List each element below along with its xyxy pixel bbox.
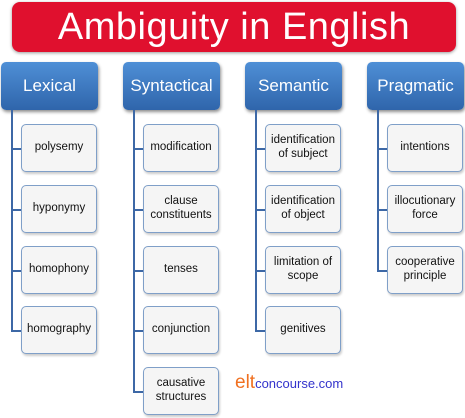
subcategory-box: illocutionary force bbox=[387, 185, 463, 233]
subcategory-box: polysemy bbox=[21, 124, 97, 172]
connector-line bbox=[377, 110, 379, 270]
connector-branch bbox=[255, 330, 265, 332]
subcategory-box: genitives bbox=[265, 306, 341, 354]
subcategory-box: identification of subject bbox=[265, 124, 341, 172]
connector-branch bbox=[377, 148, 387, 150]
connector-branch bbox=[11, 148, 21, 150]
connector-branch bbox=[11, 270, 21, 272]
subcategory-box: conjunction bbox=[143, 306, 219, 354]
connector-branch bbox=[11, 330, 21, 332]
subcategory-box: cooperative principle bbox=[387, 246, 463, 294]
connector-branch bbox=[377, 270, 387, 272]
category-semantic: Semantic bbox=[245, 62, 342, 110]
connector-branch bbox=[255, 270, 265, 272]
subcategory-box: homophony bbox=[21, 246, 97, 294]
connector-branch bbox=[377, 209, 387, 211]
subcategory-box: hyponymy bbox=[21, 185, 97, 233]
connector-line bbox=[11, 110, 13, 330]
connector-branch bbox=[133, 330, 143, 332]
connector-branch bbox=[133, 209, 143, 211]
connector-branch bbox=[255, 209, 265, 211]
connector-branch bbox=[11, 209, 21, 211]
category-pragmatic: Pragmatic bbox=[367, 62, 464, 110]
subcategory-box: intentions bbox=[387, 124, 463, 172]
connector-line bbox=[133, 110, 135, 391]
connector-branch bbox=[133, 148, 143, 150]
subcategory-box: tenses bbox=[143, 246, 219, 294]
diagram-title: Ambiguity in English bbox=[12, 2, 456, 52]
subcategory-box: modification bbox=[143, 124, 219, 172]
connector-branch bbox=[255, 148, 265, 150]
subcategory-box: clause constituents bbox=[143, 185, 219, 233]
subcategory-box: causative structures bbox=[143, 367, 219, 415]
connector-branch bbox=[133, 391, 143, 393]
subcategory-box: identification of object bbox=[265, 185, 341, 233]
category-syntactical: Syntactical bbox=[123, 62, 220, 110]
subcategory-box: homography bbox=[21, 306, 97, 354]
logo-domain: concourse.com bbox=[255, 376, 344, 391]
site-logo[interactable]: eltconcourse.com bbox=[235, 372, 343, 394]
connector-line bbox=[255, 110, 257, 330]
subcategory-box: limitation of scope bbox=[265, 246, 341, 294]
category-lexical: Lexical bbox=[1, 62, 98, 110]
connector-branch bbox=[133, 270, 143, 272]
logo-elt: elt bbox=[235, 372, 256, 393]
